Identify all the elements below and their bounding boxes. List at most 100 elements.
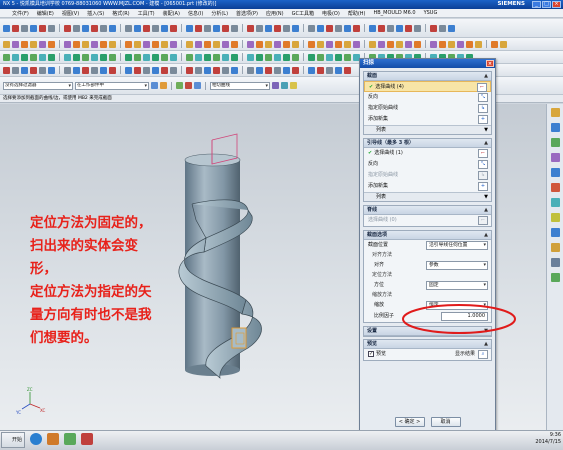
- toolbar-icon[interactable]: [335, 66, 342, 74]
- toolbar-icon[interactable]: [152, 53, 159, 61]
- toolbar-icon[interactable]: [317, 40, 324, 48]
- toolbar-icon[interactable]: [170, 40, 177, 48]
- guide-add-set[interactable]: 添加新集 +: [364, 181, 491, 192]
- toolbar-icon[interactable]: [256, 53, 263, 61]
- section-add-set[interactable]: 添加新集 +: [364, 114, 491, 125]
- dialog-close-button[interactable]: ×: [486, 60, 494, 67]
- toolbar-icon[interactable]: [91, 53, 98, 61]
- selection-filter-dropdown[interactable]: 没有选择过滤器: [3, 81, 73, 90]
- toolbar-icon[interactable]: [326, 53, 333, 61]
- hd3d-tools-icon[interactable]: [550, 153, 560, 162]
- toolbar-icon[interactable]: [222, 53, 229, 61]
- add-set-icon[interactable]: +: [478, 115, 488, 124]
- section-options-header[interactable]: 截面选项 ▲: [364, 231, 491, 240]
- curve-rule-icon[interactable]: [185, 82, 192, 89]
- toolbar-icon[interactable]: [64, 66, 71, 74]
- toolbar-icon[interactable]: [21, 24, 28, 32]
- toolbar-icon[interactable]: [265, 40, 272, 48]
- toolbar-icon[interactable]: [231, 24, 238, 32]
- toolbar-icon[interactable]: [64, 24, 71, 32]
- toolbar-icon[interactable]: [100, 66, 107, 74]
- toolbar-icon[interactable]: [448, 40, 455, 48]
- toolbar-icon[interactable]: [12, 53, 19, 61]
- maximize-button[interactable]: □: [542, 1, 551, 8]
- toolbar-icon[interactable]: [109, 53, 116, 61]
- toolbar-icon[interactable]: [213, 40, 220, 48]
- menu-item[interactable]: 插入(S): [83, 10, 108, 17]
- toolbar-icon[interactable]: [3, 53, 10, 61]
- menu-item[interactable]: 帮助(H): [344, 10, 370, 17]
- toolbar-icon[interactable]: [414, 40, 421, 48]
- guide-header[interactable]: 引导线（最多 3 根） ▲: [364, 139, 491, 148]
- toolbar-icon[interactable]: [317, 53, 324, 61]
- menu-item[interactable]: 格式(R): [108, 10, 133, 17]
- toolbar-icon[interactable]: [292, 53, 299, 61]
- assembly-navigator-icon[interactable]: [550, 108, 560, 117]
- toolbar-icon[interactable]: [100, 24, 107, 32]
- toolbar-icon[interactable]: [91, 40, 98, 48]
- spine-select-curve[interactable]: 选择曲线 (0) ⌐: [364, 215, 491, 226]
- browser-icon[interactable]: [30, 433, 42, 445]
- toolbar-icon[interactable]: [48, 66, 55, 74]
- toolbar-icon[interactable]: [152, 24, 159, 32]
- toolbar-icon[interactable]: [247, 53, 254, 61]
- toolbar-icon[interactable]: [326, 24, 333, 32]
- toolbar-icon[interactable]: [274, 66, 281, 74]
- toolbar-icon[interactable]: [125, 40, 132, 48]
- toolbar-icon[interactable]: [170, 24, 177, 32]
- app-icon[interactable]: [64, 433, 76, 445]
- menu-item[interactable]: 电极(O): [318, 10, 344, 17]
- toolbar-icon[interactable]: [283, 40, 290, 48]
- section-header[interactable]: 截面 ▲: [364, 72, 491, 81]
- menu-item[interactable]: 分析(L): [207, 10, 232, 17]
- toolbar-icon[interactable]: [439, 24, 446, 32]
- toolbar-icon[interactable]: [439, 40, 446, 48]
- toolbar-icon[interactable]: [39, 53, 46, 61]
- toolbar-icon[interactable]: [195, 53, 202, 61]
- toolbar-icon[interactable]: [73, 53, 80, 61]
- toolbar-icon[interactable]: [475, 40, 482, 48]
- history-icon[interactable]: [550, 183, 560, 192]
- menu-item[interactable]: 信息(I): [184, 10, 207, 17]
- toolbar-icon[interactable]: [48, 53, 55, 61]
- toolbar-icon[interactable]: [91, 24, 98, 32]
- resource-icon[interactable]: [550, 258, 560, 267]
- menu-item[interactable]: 编辑(E): [33, 10, 58, 17]
- toolbar-icon[interactable]: [12, 66, 19, 74]
- web-browser-icon[interactable]: [550, 168, 560, 177]
- toolbar-icon[interactable]: [48, 24, 55, 32]
- toolbar-icon[interactable]: [21, 40, 28, 48]
- toolbar-icon[interactable]: [186, 24, 193, 32]
- toolbar-icon[interactable]: [283, 53, 290, 61]
- section-list-toggle[interactable]: 列表 ▼: [364, 125, 491, 134]
- toolbar-icon[interactable]: [125, 53, 132, 61]
- toolbar-icon[interactable]: [457, 40, 464, 48]
- roles-icon[interactable]: [550, 213, 560, 222]
- toolbar-icon[interactable]: [387, 40, 394, 48]
- toolbar-icon[interactable]: [30, 66, 37, 74]
- toolbar-icon[interactable]: [344, 53, 351, 61]
- toolbar-icon[interactable]: [161, 66, 168, 74]
- toolbar-icon[interactable]: [430, 24, 437, 32]
- toolbar-icon[interactable]: [204, 24, 211, 32]
- toolbar-icon[interactable]: [30, 24, 37, 32]
- toolbar-icon[interactable]: [109, 40, 116, 48]
- toolbar-icon[interactable]: [100, 40, 107, 48]
- toolbar-icon[interactable]: [265, 24, 272, 32]
- toolbar-icon[interactable]: [3, 66, 10, 74]
- toolbar-icon[interactable]: [82, 53, 89, 61]
- toolbar-icon[interactable]: [265, 66, 272, 74]
- toolbar-icon[interactable]: [378, 24, 385, 32]
- toolbar-icon[interactable]: [256, 66, 263, 74]
- toolbar-icon[interactable]: [369, 24, 376, 32]
- resource-icon[interactable]: [550, 243, 560, 252]
- toolbar-icon[interactable]: [39, 40, 46, 48]
- toolbar-icon[interactable]: [292, 24, 299, 32]
- toolbar-icon[interactable]: [30, 40, 37, 48]
- toolbar-icon[interactable]: [491, 40, 498, 48]
- toolbar-icon[interactable]: [109, 66, 116, 74]
- menu-item[interactable]: 应用(N): [262, 10, 288, 17]
- toolbar-icon[interactable]: [353, 24, 360, 32]
- toolbar-icon[interactable]: [308, 53, 315, 61]
- toolbar-icon[interactable]: [213, 53, 220, 61]
